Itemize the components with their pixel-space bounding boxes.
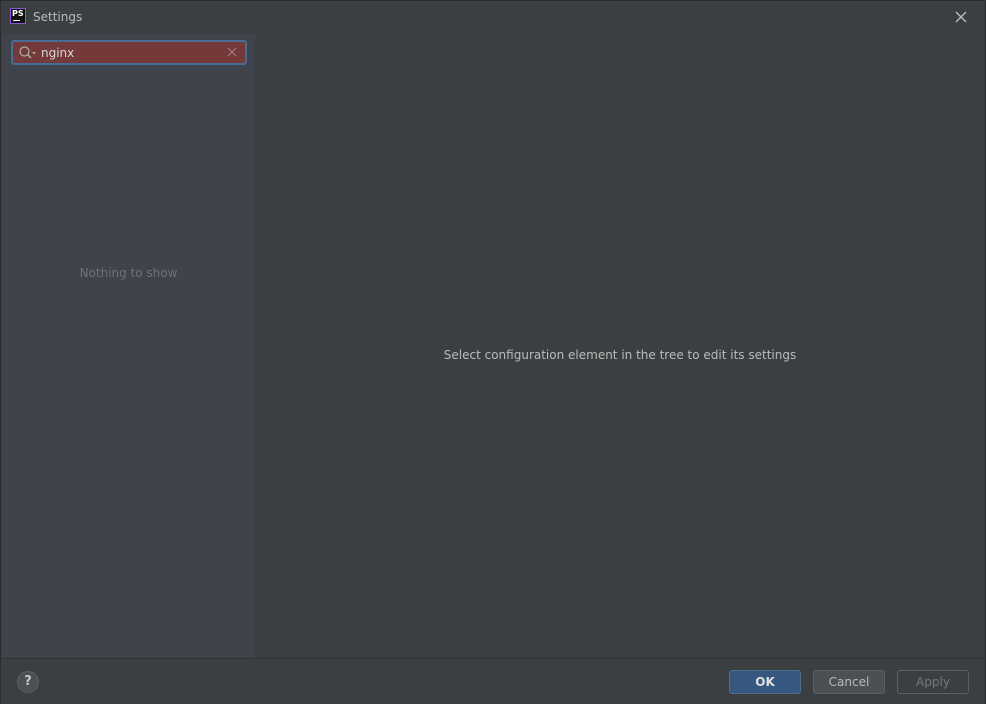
apply-button[interactable]: Apply bbox=[897, 670, 969, 694]
help-icon[interactable]: ? bbox=[17, 671, 39, 693]
title-bar: PS Settings bbox=[1, 1, 985, 34]
clear-icon[interactable] bbox=[226, 46, 238, 58]
dialog-footer: ? OK Cancel Apply bbox=[1, 658, 985, 704]
window-title: Settings bbox=[33, 10, 83, 24]
phpstorm-icon: PS bbox=[10, 8, 26, 24]
settings-dialog: PS Settings nginx Nothing to show Select… bbox=[0, 0, 986, 704]
search-icon[interactable] bbox=[18, 45, 38, 61]
cancel-button[interactable]: Cancel bbox=[813, 670, 885, 694]
content-placeholder-message: Select configuration element in the tree… bbox=[443, 348, 797, 362]
settings-tree-panel: Nothing to show bbox=[2, 34, 255, 658]
close-icon[interactable] bbox=[953, 9, 969, 25]
settings-search-box bbox=[11, 40, 247, 65]
settings-content-panel: Select configuration element in the tree… bbox=[255, 34, 985, 658]
ok-button[interactable]: OK bbox=[729, 670, 801, 694]
empty-tree-message: Nothing to show bbox=[79, 266, 178, 280]
settings-search-input[interactable] bbox=[41, 45, 221, 60]
